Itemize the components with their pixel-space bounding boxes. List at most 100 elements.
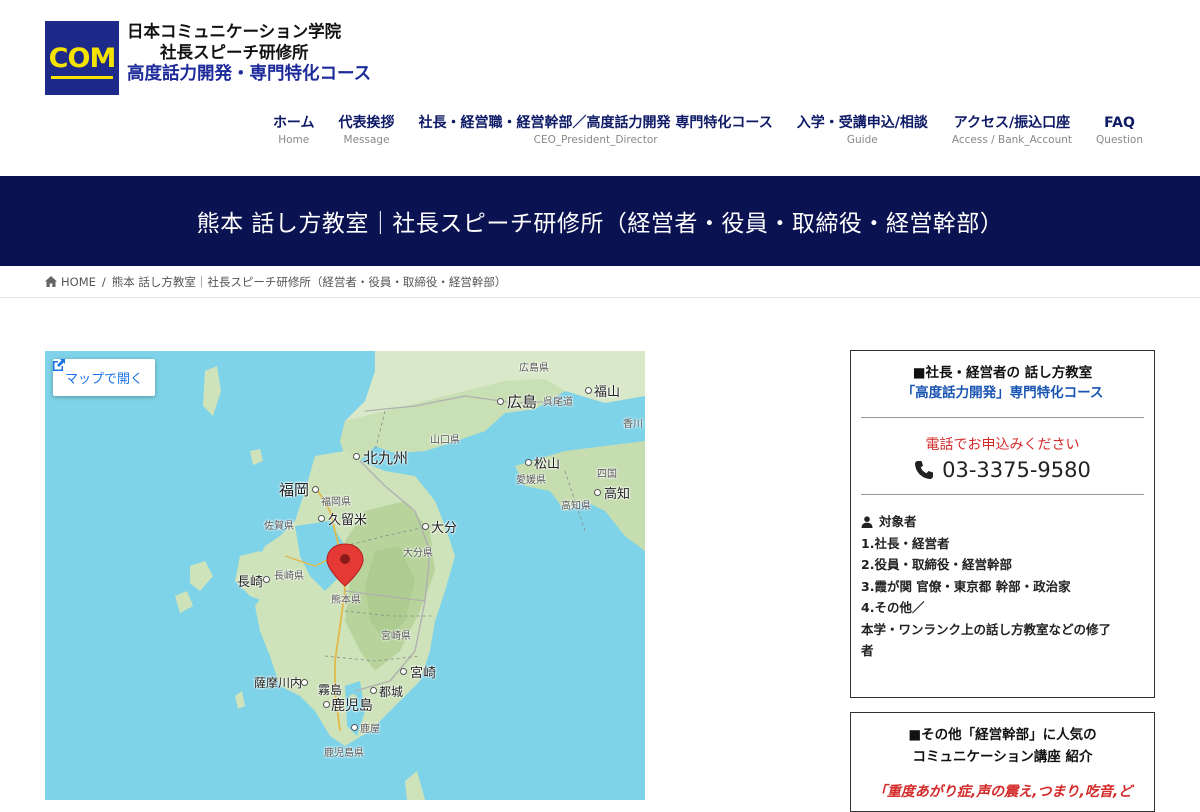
- nav-sub: Guide: [846, 134, 878, 146]
- page-title: 熊本 話し方教室｜社長スピーチ研修所（経営者・役員・取締役・経営幹部）: [196, 211, 1004, 237]
- map-label: 広島県: [519, 363, 549, 374]
- map-label: 大分: [431, 521, 458, 536]
- map-city-dot: [301, 679, 308, 686]
- nav-label: 入学・受講申込/相談: [796, 115, 928, 131]
- phone-number-link[interactable]: 03-3375-9580: [851, 458, 1154, 482]
- map-city-dot: [497, 398, 504, 405]
- map-label: 尾道: [553, 397, 573, 408]
- map-city-dot: [323, 701, 330, 708]
- sidebar-contact-box: ■社長・経営者の 話し方教室 「高度話力開発」専門特化コース 電話でお申込みくだ…: [850, 350, 1155, 698]
- map-city-dot: [263, 576, 270, 583]
- map-city-dot: [370, 687, 377, 694]
- map-label: 都城: [379, 685, 404, 699]
- target-item: 者: [861, 643, 874, 658]
- open-in-maps-label: マップで開く: [65, 372, 144, 387]
- map-label: 高知: [604, 487, 631, 502]
- nav-label: 代表挨拶: [338, 115, 395, 131]
- nav-item-faq[interactable]: FAQ Question: [1084, 114, 1143, 146]
- map-label: 山口県: [430, 435, 460, 446]
- map-city-dot: [351, 724, 358, 731]
- map-city-dot: [422, 523, 429, 530]
- open-in-maps-button[interactable]: マップで開く: [53, 359, 156, 396]
- target-item: 4.その他／: [861, 600, 925, 615]
- map-label: 高知県: [561, 501, 591, 512]
- logo-line-institute: 社長スピーチ研修所: [160, 42, 309, 62]
- course-highlight-text[interactable]: 「重度あがり症,声の震え,つまり,吃音,ど: [851, 781, 1154, 801]
- target-item: 本学・ワンランク上の話し方教室などの修了: [861, 621, 1112, 637]
- nav-sub: Access / Bank_Account: [951, 134, 1073, 146]
- nav-item-guide[interactable]: 入学・受講申込/相談 Guide: [785, 114, 940, 146]
- map-city-dot: [312, 486, 319, 493]
- nav-item-ceo-course[interactable]: 社長・経営職・経営幹部／高度話力開発 専門特化コース CEO_President…: [407, 114, 785, 146]
- map-label: 宮崎: [410, 666, 437, 681]
- logo-mark[interactable]: COM: [45, 21, 119, 95]
- map-city-dot: [585, 387, 592, 394]
- home-icon: [45, 276, 57, 287]
- breadcrumb-separator: /: [101, 274, 106, 289]
- divider: [861, 417, 1144, 418]
- main-nav: ホーム Home 代表挨拶 Message 社長・経営職・経営幹部／高度話力開発…: [261, 114, 1143, 146]
- map-label: 宮崎県: [381, 631, 411, 642]
- map-label: 熊本県: [331, 595, 361, 606]
- sidebar-popular-courses-box: ■その他「経営幹部」に人気の コミュニケーション講座 紹介 「重度あがり症,声の…: [850, 712, 1155, 812]
- breadcrumb-current: 熊本 話し方教室｜社長スピーチ研修所（経営者・役員・取締役・経営幹部）: [111, 274, 507, 289]
- nav-label: FAQ: [1104, 115, 1135, 131]
- map-city-dot: [400, 668, 407, 675]
- sidebar-box-subheading[interactable]: 「高度話力開発」専門特化コース: [851, 383, 1154, 403]
- breadcrumb-home-link[interactable]: HOME: [45, 275, 96, 289]
- nav-label: ホーム: [272, 115, 315, 131]
- map-label: 松山: [534, 457, 561, 472]
- nav-item-home[interactable]: ホーム Home: [261, 114, 327, 146]
- nav-label: 社長・経営職・経営幹部／高度話力開発 専門特化コース: [418, 115, 773, 131]
- map-label: 福山: [594, 385, 621, 400]
- sidebar-box-heading: ■その他「経営幹部」に人気の: [908, 727, 1097, 743]
- target-item: 3.霞が関 官僚・東京都 幹部・政治家: [861, 578, 1071, 594]
- sidebar-box-heading: ■社長・経営者の 話し方教室: [912, 365, 1093, 381]
- page-title-band: 熊本 話し方教室｜社長スピーチ研修所（経営者・役員・取締役・経営幹部）: [0, 176, 1200, 266]
- target-item: 2.役員・取締役・経営幹部: [861, 557, 1012, 572]
- breadcrumb: HOME / 熊本 話し方教室｜社長スピーチ研修所（経営者・役員・取締役・経営幹…: [0, 266, 1200, 298]
- map-label: 長崎: [237, 575, 264, 590]
- map-label: 北九州: [363, 449, 409, 467]
- nav-sub: Question: [1096, 134, 1143, 146]
- map-city-dot: [525, 459, 532, 466]
- map-label: 鹿児島県: [324, 748, 364, 759]
- map-label: 久留米: [328, 513, 368, 528]
- sidebar-box-heading-2: コミュニケーション講座 紹介: [912, 749, 1093, 765]
- nav-sub: Message: [343, 134, 390, 146]
- target-heading-label: 対象者: [879, 514, 917, 529]
- target-item: 1.社長・経営者: [861, 535, 950, 551]
- map-label: 福岡県: [321, 497, 351, 508]
- call-prompt: 電話でお申込みください: [925, 437, 1080, 453]
- breadcrumb-home-label: HOME: [61, 274, 96, 289]
- embedded-map[interactable]: マップで開く 広島県 福山 広島 呉 尾道 香川 山口県 北九州 松山 愛媛県 …: [45, 351, 645, 800]
- nav-sub: Home: [278, 134, 310, 146]
- target-heading: 対象者: [861, 511, 1144, 533]
- logo-line-course: 高度話力開発・専門特化コース: [127, 64, 372, 84]
- nav-item-access[interactable]: アクセス/振込口座 Access / Bank_Account: [940, 114, 1084, 146]
- map-label: 四国: [597, 469, 617, 480]
- map-label: 呉: [543, 397, 553, 408]
- map-label: 大分県: [403, 548, 433, 559]
- phone-number: 03-3375-9580: [942, 458, 1091, 482]
- map-label: 広島: [507, 393, 538, 411]
- site-header: COM 日本コミュニケーション学院 社長スピーチ研修所 高度話力開発・専門特化コ…: [0, 0, 1200, 176]
- nav-item-message[interactable]: 代表挨拶 Message: [327, 114, 407, 146]
- map-label: 福岡: [279, 481, 310, 499]
- map-label: 鹿児島: [331, 698, 373, 714]
- nav-sub: CEO_President_Director: [533, 134, 658, 146]
- map-label: 薩摩川内: [254, 676, 303, 690]
- user-icon: [861, 516, 873, 528]
- logo-line-school: 日本コミュニケーション学院: [127, 22, 342, 41]
- logo-com-text: COM: [48, 42, 116, 79]
- map-label: 鹿屋: [360, 724, 380, 735]
- map-city-dot: [594, 489, 601, 496]
- logo-text[interactable]: 日本コミュニケーション学院 社長スピーチ研修所 高度話力開発・専門特化コース: [127, 22, 372, 84]
- target-audience-list: 対象者 1.社長・経営者 2.役員・取締役・経営幹部 3.霞が関 官僚・東京都 …: [851, 495, 1154, 662]
- map-label: 愛媛県: [516, 475, 546, 486]
- map-city-dot: [318, 515, 325, 522]
- map-label: 佐賀県: [264, 521, 294, 532]
- nav-label: アクセス/振込口座: [953, 115, 1071, 131]
- map-city-dot: [353, 453, 360, 460]
- external-link-icon: [53, 359, 65, 371]
